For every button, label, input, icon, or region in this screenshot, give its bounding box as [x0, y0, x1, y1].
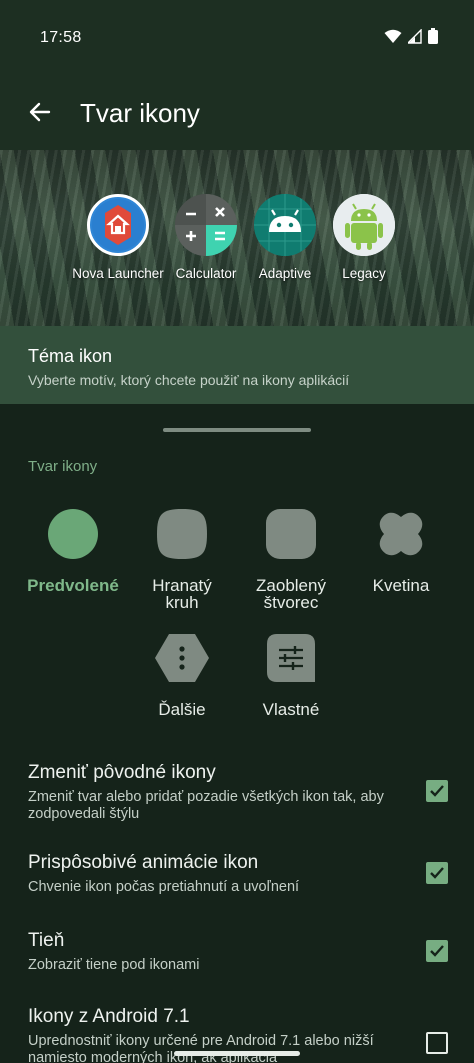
setting-description: Uprednostniť ikony určené pre Android 7.…: [28, 1033, 374, 1063]
shape-option-rounded-square[interactable]: Zaoblený štvorec: [236, 506, 346, 611]
status-time: 17:58: [40, 29, 82, 46]
theme-title: Téma ikon: [28, 346, 113, 366]
calculator-icon: [175, 194, 237, 256]
app-bar: Tvar ikony: [0, 76, 474, 150]
rounded-square-shape-icon: [263, 506, 319, 562]
setting-shadow[interactable]: Tieň Zobraziť tiene pod ikonami: [0, 926, 474, 986]
preview-app-legacy: Legacy: [309, 194, 419, 281]
circle-shape-icon: [45, 506, 101, 562]
arrow-back-icon: [29, 102, 51, 122]
flower-shape-icon: [373, 506, 429, 562]
status-bar: 17:58: [0, 0, 474, 76]
setting-title: Tieň: [28, 930, 65, 951]
shape-label: Ďalšie: [158, 700, 206, 719]
check-icon: [430, 945, 444, 957]
check-icon: [430, 785, 444, 797]
battery-icon: [428, 28, 438, 44]
shape-label: Hranatý kruh: [152, 576, 212, 612]
shape-label: Predvolené: [27, 576, 119, 595]
page-title: Tvar ikony: [80, 98, 200, 128]
checkbox-legacy-icons[interactable]: [426, 1032, 448, 1054]
shape-option-default[interactable]: Predvolené: [18, 506, 128, 594]
android-legacy-icon: [333, 194, 395, 256]
shape-option-custom[interactable]: Vlastné: [236, 630, 346, 718]
section-title: Tvar ikony: [28, 458, 98, 475]
shape-option-squircle[interactable]: Hranatý kruh: [127, 506, 237, 611]
squircle-shape-icon: [154, 506, 210, 562]
icon-preview: Nova Launcher Calculator Adaptive Legacy: [0, 150, 474, 326]
checkbox-adaptive-animations[interactable]: [426, 862, 448, 884]
shape-label: Zaoblený štvorec: [256, 576, 326, 612]
checkbox-shadow[interactable]: [426, 940, 448, 962]
theme-subtitle: Vyberte motív, ktorý chcete použiť na ik…: [28, 372, 350, 388]
setting-change-original-icons[interactable]: Zmeniť pôvodné ikony Zmeniť tvar alebo p…: [0, 756, 474, 836]
shape-option-more[interactable]: Ďalšie: [127, 630, 237, 718]
shape-option-flower[interactable]: Kvetina: [346, 506, 456, 594]
checkbox-change-original-icons[interactable]: [426, 780, 448, 802]
shape-label: Vlastné: [262, 700, 320, 719]
check-icon: [430, 867, 444, 879]
back-button[interactable]: [24, 96, 56, 128]
setting-description: Chvenie ikon počas pretiahnutí a uvoľnen…: [28, 879, 300, 895]
hexagon-more-icon: [154, 630, 210, 686]
shape-label: Kvetina: [372, 576, 430, 595]
setting-adaptive-animations[interactable]: Prispôsobivé animácie ikon Chvenie ikon …: [0, 848, 474, 908]
setting-description: Zobraziť tiene pod ikonami: [28, 957, 200, 973]
setting-description: Zmeniť tvar alebo pridať pozadie všetkýc…: [28, 789, 384, 822]
custom-shape-tune-icon: [263, 630, 319, 686]
gesture-nav-handle[interactable]: [174, 1051, 300, 1056]
preview-label: Legacy: [342, 266, 386, 281]
setting-title: Prispôsobivé animácie ikon: [28, 852, 259, 873]
icon-theme-setting[interactable]: Téma ikon Vyberte motív, ktorý chcete po…: [0, 326, 474, 404]
setting-title: Ikony z Android 7.1: [28, 1006, 190, 1027]
signal-icon: [408, 28, 422, 44]
wifi-icon: [384, 29, 402, 43]
android-adaptive-icon: [254, 194, 316, 256]
sheet-drag-handle[interactable]: [163, 428, 311, 432]
nova-launcher-icon: [87, 194, 149, 256]
setting-title: Zmeniť pôvodné ikony: [28, 762, 216, 783]
status-icons: [384, 28, 438, 44]
